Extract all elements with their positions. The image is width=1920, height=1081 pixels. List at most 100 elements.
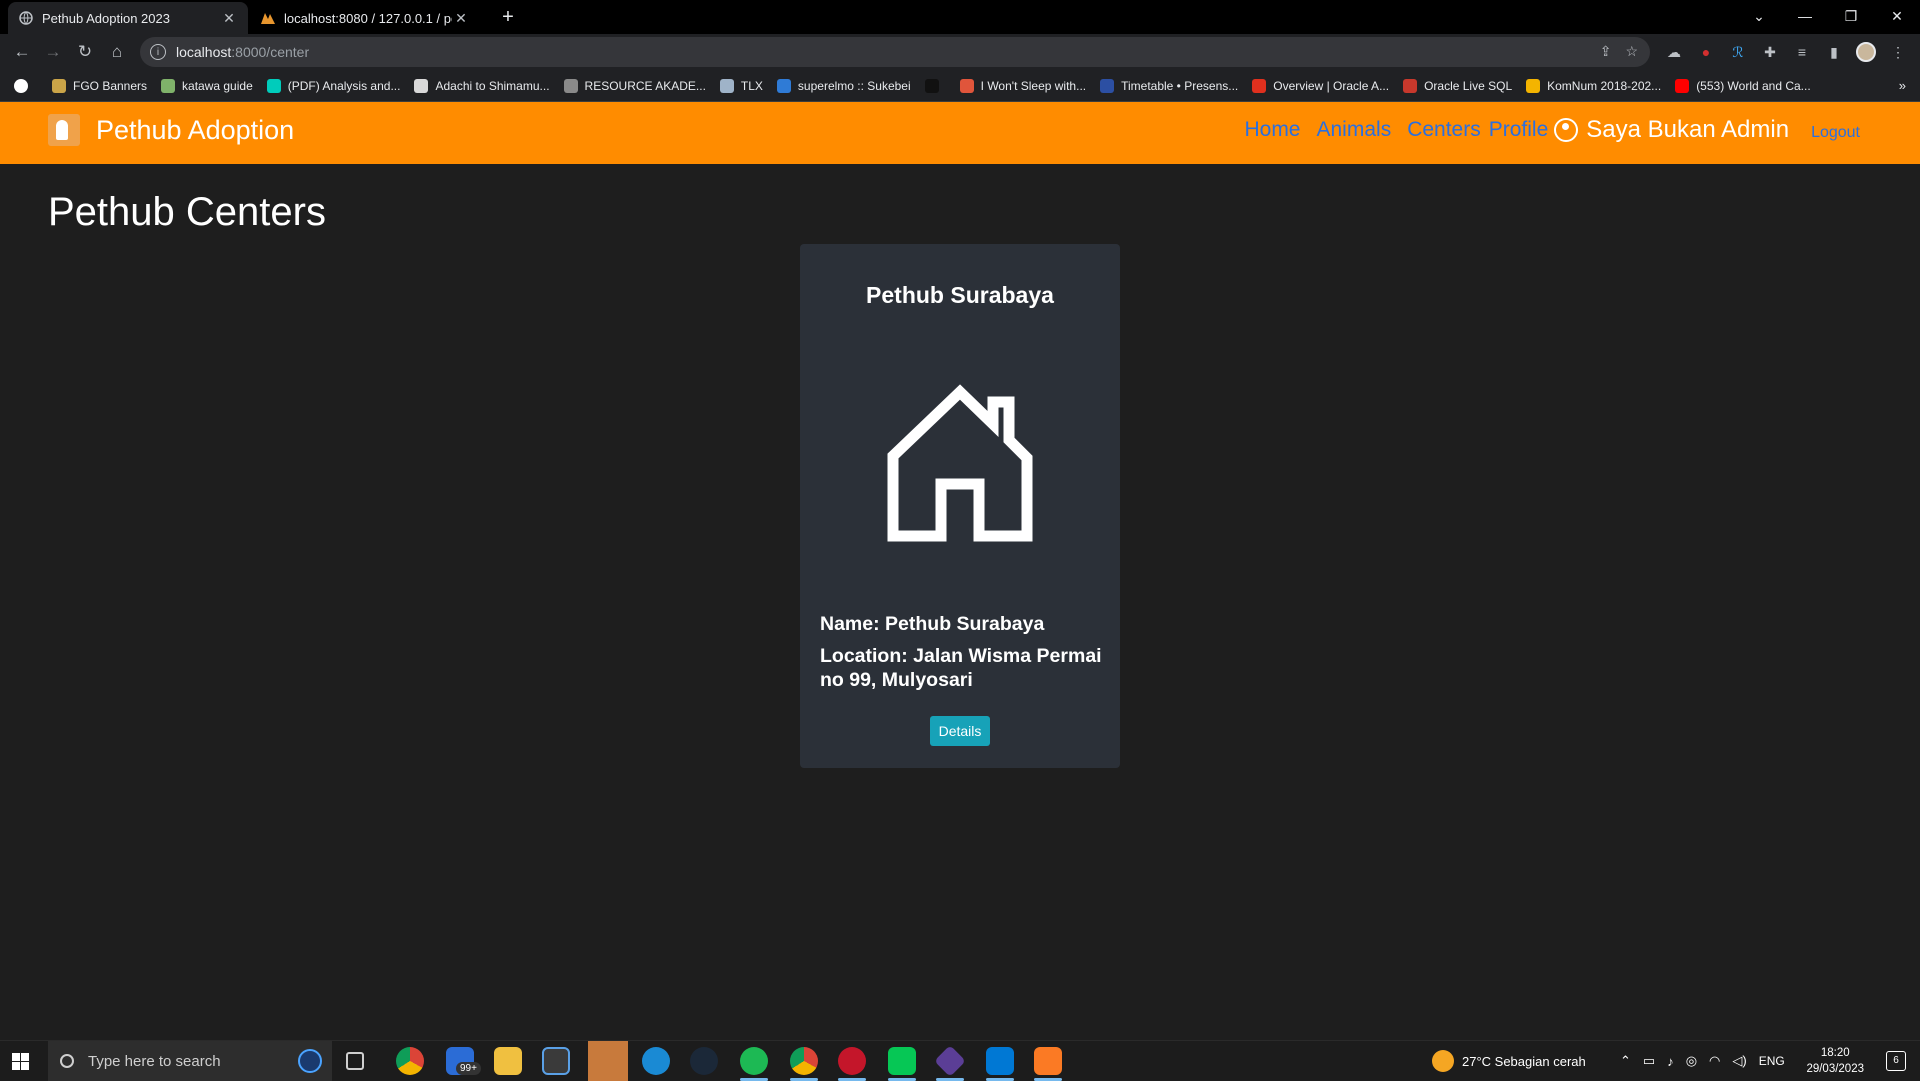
menu-kebab-icon[interactable]: ⋮: [1888, 42, 1908, 62]
microsoft-store-icon[interactable]: [542, 1047, 570, 1075]
new-tab-button[interactable]: +: [496, 6, 520, 30]
nav-centers[interactable]: Centers: [1407, 118, 1481, 142]
bookmark-item[interactable]: TLX: [719, 78, 763, 93]
tab-phpmyadmin[interactable]: localhost:8080 / 127.0.0.1 / pethub ✕: [250, 2, 480, 34]
weather-widget[interactable]: 27°C Sebagian cerah: [1432, 1041, 1586, 1081]
nav-home[interactable]: Home: [1244, 118, 1300, 142]
bookmark-item[interactable]: Oracle Live SQL: [1403, 78, 1513, 93]
center-card-info: Name: Pethub Surabaya Location: Jalan Wi…: [820, 612, 1105, 700]
home-icon[interactable]: ⌂: [105, 40, 129, 64]
tab-pethub-adoption[interactable]: Pethub Adoption 2023 ✕: [8, 2, 248, 34]
bookmark-item[interactable]: katawa guide: [161, 78, 253, 93]
edge-taskbar-icon[interactable]: [642, 1047, 670, 1075]
line-taskbar-icon[interactable]: [888, 1047, 916, 1075]
vscode-taskbar-icon[interactable]: [986, 1047, 1014, 1075]
close-tab-icon[interactable]: ✕: [220, 10, 238, 27]
bookmark-favicon-icon: [266, 78, 281, 93]
bookmark-label: (553) World and Ca...: [1696, 78, 1811, 93]
page-title: Pethub Centers: [48, 190, 326, 234]
site-navbar: Pethub Adoption Home Animals Centers Pro…: [0, 102, 1920, 164]
bookmark-label: Timetable • Presens...: [1121, 78, 1239, 93]
steam-taskbar-icon[interactable]: [690, 1047, 718, 1075]
discord-taskbar-icon[interactable]: [588, 1041, 628, 1081]
chrome-active-taskbar-icon[interactable]: [790, 1047, 818, 1075]
file-explorer-icon[interactable]: [494, 1047, 522, 1075]
bookmark-item[interactable]: KomNum 2018-202...: [1526, 78, 1662, 93]
extension-translate-icon[interactable]: ℛ: [1728, 42, 1748, 62]
volume-icon[interactable]: ◁): [1732, 1053, 1746, 1069]
bookmark-favicon-icon: [52, 78, 66, 93]
bing-icon[interactable]: [298, 1049, 322, 1073]
extension-cloud-icon[interactable]: ☁: [1664, 42, 1684, 62]
bookmark-label: RESOURCE AKADE...: [584, 78, 706, 93]
bookmark-item[interactable]: (553) World and Ca...: [1675, 78, 1811, 93]
close-window-button[interactable]: ✕: [1874, 0, 1920, 32]
youtube-music-taskbar-icon[interactable]: [838, 1047, 866, 1075]
taskbar-search[interactable]: Type here to search: [48, 1041, 332, 1081]
address-bar[interactable]: i localhost:8000/center ⇪ ☆: [140, 37, 1650, 67]
camera-icon[interactable]: ▭: [1643, 1053, 1655, 1069]
language-indicator[interactable]: ENG: [1759, 1054, 1785, 1068]
side-panel-icon[interactable]: ▮: [1824, 42, 1844, 62]
taskbar-clock[interactable]: 18:20 29/03/2023: [1806, 1045, 1864, 1077]
share-icon[interactable]: ⇪: [1600, 43, 1612, 60]
bookmark-item[interactable]: superelmo :: Sukebei: [776, 78, 911, 93]
nav-animals[interactable]: Animals: [1317, 118, 1392, 142]
close-tab-icon[interactable]: ✕: [452, 10, 470, 27]
microphone-icon[interactable]: ♪: [1667, 1054, 1674, 1069]
bookmark-label: KomNum 2018-202...: [1547, 78, 1662, 93]
git-taskbar-icon[interactable]: [934, 1045, 966, 1077]
user-circle-icon: [1554, 118, 1579, 142]
bookmark-favicon-icon: [563, 78, 578, 93]
bookmark-item[interactable]: Timetable • Presens...: [1100, 78, 1239, 93]
bookmark-label: katawa guide: [182, 78, 253, 93]
bookmarks-bar: FGO Banners katawa guide (PDF) Analysis an…: [0, 70, 1920, 102]
wifi-icon[interactable]: ◠: [1709, 1053, 1720, 1069]
notification-center-icon[interactable]: 6: [1886, 1051, 1906, 1071]
bookmark-star-icon[interactable]: ☆: [1625, 43, 1638, 60]
bookmarks-overflow-button[interactable]: »: [1899, 78, 1906, 93]
task-view-icon[interactable]: [346, 1052, 364, 1070]
bookmark-favicon-icon: [161, 78, 176, 93]
back-icon[interactable]: ←: [10, 40, 34, 64]
bookmark-item[interactable]: RESOURCE AKADE...: [563, 78, 706, 93]
bookmark-item[interactable]: [924, 78, 946, 93]
minimize-button[interactable]: —: [1782, 0, 1828, 32]
bookmark-item[interactable]: FGO Banners: [52, 78, 148, 93]
spotify-taskbar-icon[interactable]: [740, 1047, 768, 1075]
bookmark-item[interactable]: Overview | Oracle A...: [1252, 78, 1389, 93]
bookmark-item[interactable]: Adachi to Shimamu...: [414, 78, 550, 93]
browser-tab-strip: Pethub Adoption 2023 ✕ localhost:8080 / …: [0, 0, 1920, 34]
restore-button[interactable]: ❐: [1828, 0, 1874, 32]
nav-profile[interactable]: Profile: [1489, 118, 1549, 142]
xampp-taskbar-icon[interactable]: [1034, 1047, 1062, 1075]
ublock-icon[interactable]: ●: [1696, 42, 1716, 62]
tray-overflow-icon[interactable]: ⌃: [1620, 1053, 1631, 1069]
cat-logo-icon: [48, 114, 80, 146]
reload-icon[interactable]: ↻: [73, 40, 97, 64]
bookmark-label: Oracle Live SQL: [1424, 78, 1513, 93]
bookmark-label: I Won't Sleep with...: [980, 78, 1087, 93]
globe-icon: [18, 10, 34, 26]
clock-time: 18:20: [1820, 1047, 1850, 1059]
windows-start-icon[interactable]: [12, 1053, 29, 1070]
network-icon[interactable]: ◎: [1686, 1053, 1697, 1069]
extensions-puzzle-icon[interactable]: ✚: [1760, 42, 1780, 62]
chrome-taskbar-icon[interactable]: [396, 1047, 424, 1075]
bookmark-label: superelmo :: Sukebei: [797, 78, 911, 93]
forward-icon[interactable]: →: [41, 40, 65, 64]
bookmark-favicon-icon: [1526, 78, 1541, 93]
tab-search-icon[interactable]: ⌄: [1736, 0, 1782, 32]
bookmark-item[interactable]: (PDF) Analysis and...: [266, 78, 400, 93]
details-button[interactable]: Details: [930, 716, 990, 746]
current-user[interactable]: Saya Bukan Admin: [1554, 116, 1789, 144]
bookmark-item[interactable]: I Won't Sleep with...: [959, 78, 1087, 93]
google-icon[interactable]: [14, 78, 38, 93]
site-info-icon[interactable]: i: [150, 44, 166, 60]
logout-link[interactable]: Logout: [1811, 124, 1860, 142]
url-path: :8000/center: [231, 44, 310, 60]
bookmark-label: FGO Banners: [73, 78, 148, 93]
media-control-icon[interactable]: ≡: [1792, 42, 1812, 62]
brand-link[interactable]: Pethub Adoption: [48, 114, 294, 146]
profile-avatar[interactable]: [1856, 42, 1876, 62]
